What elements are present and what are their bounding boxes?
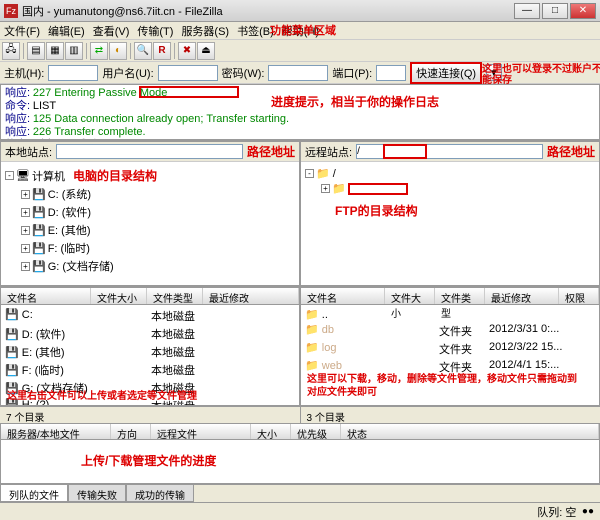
queue-header[interactable]: 服务器/本地文件 方向 远程文件 大小 优先级 状态 xyxy=(0,423,600,440)
menu-file[interactable]: 文件(F) xyxy=(4,23,40,39)
close-button[interactable]: ✕ xyxy=(570,3,596,19)
tab-queued[interactable]: 列队的文件 xyxy=(0,485,68,502)
disconnect-button[interactable]: ⏏ xyxy=(197,42,215,60)
quickconnect-bar: 主机(H): 用户名(U): 密码(W): 端口(P): 快速连接(Q) ▾ 这… xyxy=(0,62,600,84)
window-title: 国内 - yumanutong@ns6.7iit.cn - FileZilla xyxy=(22,3,514,19)
quickconnect-button[interactable]: 快速连接(Q) xyxy=(410,62,482,84)
annot-log: 进度提示，相当于你的操作日志 xyxy=(271,93,439,110)
annot-login: 这里也可以登录不过账户不能保存 xyxy=(482,64,600,86)
local-tree[interactable]: -🖥 计算机 电脑的目录结构 +💾 C: (系统) +💾 D: (软件) +💾 … xyxy=(1,162,299,279)
sitemanager-button[interactable]: 🖧 xyxy=(2,42,20,60)
remote-list-pane: 文件名 文件大小 文件类型 最近修改 权限 📁 .. 📁 db文件夹2012/3… xyxy=(300,287,600,406)
remote-tree[interactable]: -📁 / +📁 FTP的目录结构 xyxy=(301,162,599,223)
statusbar: 队列: 空 ●● xyxy=(0,502,600,520)
sync-button[interactable]: ⇄ xyxy=(90,42,108,60)
toggle-queue-button[interactable]: ▥ xyxy=(65,42,83,60)
message-log: 响应: 227 Entering Passive Mode 命令: LIST 响… xyxy=(0,84,600,140)
compare-button[interactable]: ◐ xyxy=(109,42,127,60)
menu-bookmark[interactable]: 书签(B) xyxy=(237,23,274,39)
annot-menu: 功能菜单区域 xyxy=(270,22,336,38)
minimize-button[interactable]: — xyxy=(514,3,540,19)
queue-status: 队列: 空 xyxy=(537,504,576,520)
local-tree-pane: 本地站点: 路径地址 -🖥 计算机 电脑的目录结构 +💾 C: (系统) +💾 … xyxy=(0,141,300,286)
queue-tabs: 列队的文件 传输失败 成功的传输 xyxy=(0,484,600,502)
annot-path-l: 路径地址 xyxy=(247,143,295,160)
local-list-pane: 文件名 文件大小 文件类型 最近修改 💾 C:本地磁盘 💾 D: (软件)本地磁… xyxy=(0,287,300,406)
menu-server[interactable]: 服务器(S) xyxy=(181,23,229,39)
remote-tree-pane: 远程站点: 路径地址 -📁 / +📁 FTP的目录结构 xyxy=(300,141,600,286)
toggle-tree-button[interactable]: ▦ xyxy=(46,42,64,60)
queue-pane[interactable]: 上传/下载管理文件的进度 xyxy=(0,440,600,484)
port-label: 端口(P): xyxy=(332,65,372,81)
user-label: 用户名(U): xyxy=(102,65,153,81)
app-icon: Fz xyxy=(4,4,18,18)
toolbar: 🖧 ▤ ▦ ▥ ⇄ ◐ 🔍 R ✖ ⏏ xyxy=(0,40,600,62)
refresh-button[interactable]: R xyxy=(153,42,171,60)
toggle-log-button[interactable]: ▤ xyxy=(27,42,45,60)
user-input[interactable] xyxy=(158,65,218,81)
menu-view[interactable]: 查看(V) xyxy=(93,23,130,39)
search-button[interactable]: 🔍 xyxy=(134,42,152,60)
local-path-input[interactable] xyxy=(56,144,243,159)
remote-list-header[interactable]: 文件名 文件大小 文件类型 最近修改 权限 xyxy=(301,288,599,305)
local-footer: 7 个目录 xyxy=(0,406,301,423)
remote-path-label: 远程站点: xyxy=(305,144,352,160)
remote-footer: 3 个目录 xyxy=(301,406,600,423)
port-input[interactable] xyxy=(376,65,406,81)
local-path-label: 本地站点: xyxy=(5,144,52,160)
annot-path-r: 路径地址 xyxy=(547,143,595,160)
maximize-button[interactable]: □ xyxy=(542,3,568,19)
cancel-button[interactable]: ✖ xyxy=(178,42,196,60)
titlebar: Fz 国内 - yumanutong@ns6.7iit.cn - FileZil… xyxy=(0,0,600,22)
host-label: 主机(H): xyxy=(4,65,44,81)
menu-edit[interactable]: 编辑(E) xyxy=(48,23,85,39)
menubar: 文件(F) 编辑(E) 查看(V) 传输(T) 服务器(S) 书签(B) 帮助(… xyxy=(0,22,600,40)
annot-queue: 上传/下载管理文件的进度 xyxy=(81,452,216,469)
menu-transfer[interactable]: 传输(T) xyxy=(137,23,173,39)
annot-remotefiles: 这里可以下载，移动，删除等文件管理，移动文件只需拖动到对应文件夹即可 xyxy=(307,373,577,399)
annot-localfiles: 这里右击文件可以上传或者选定等文件管理 xyxy=(7,391,207,403)
pass-label: 密码(W): xyxy=(222,65,265,81)
pass-input[interactable] xyxy=(268,65,328,81)
host-input[interactable] xyxy=(48,65,98,81)
tab-ok[interactable]: 成功的传输 xyxy=(126,485,194,502)
tab-failed[interactable]: 传输失败 xyxy=(68,485,126,502)
local-list-header[interactable]: 文件名 文件大小 文件类型 最近修改 xyxy=(1,288,299,305)
